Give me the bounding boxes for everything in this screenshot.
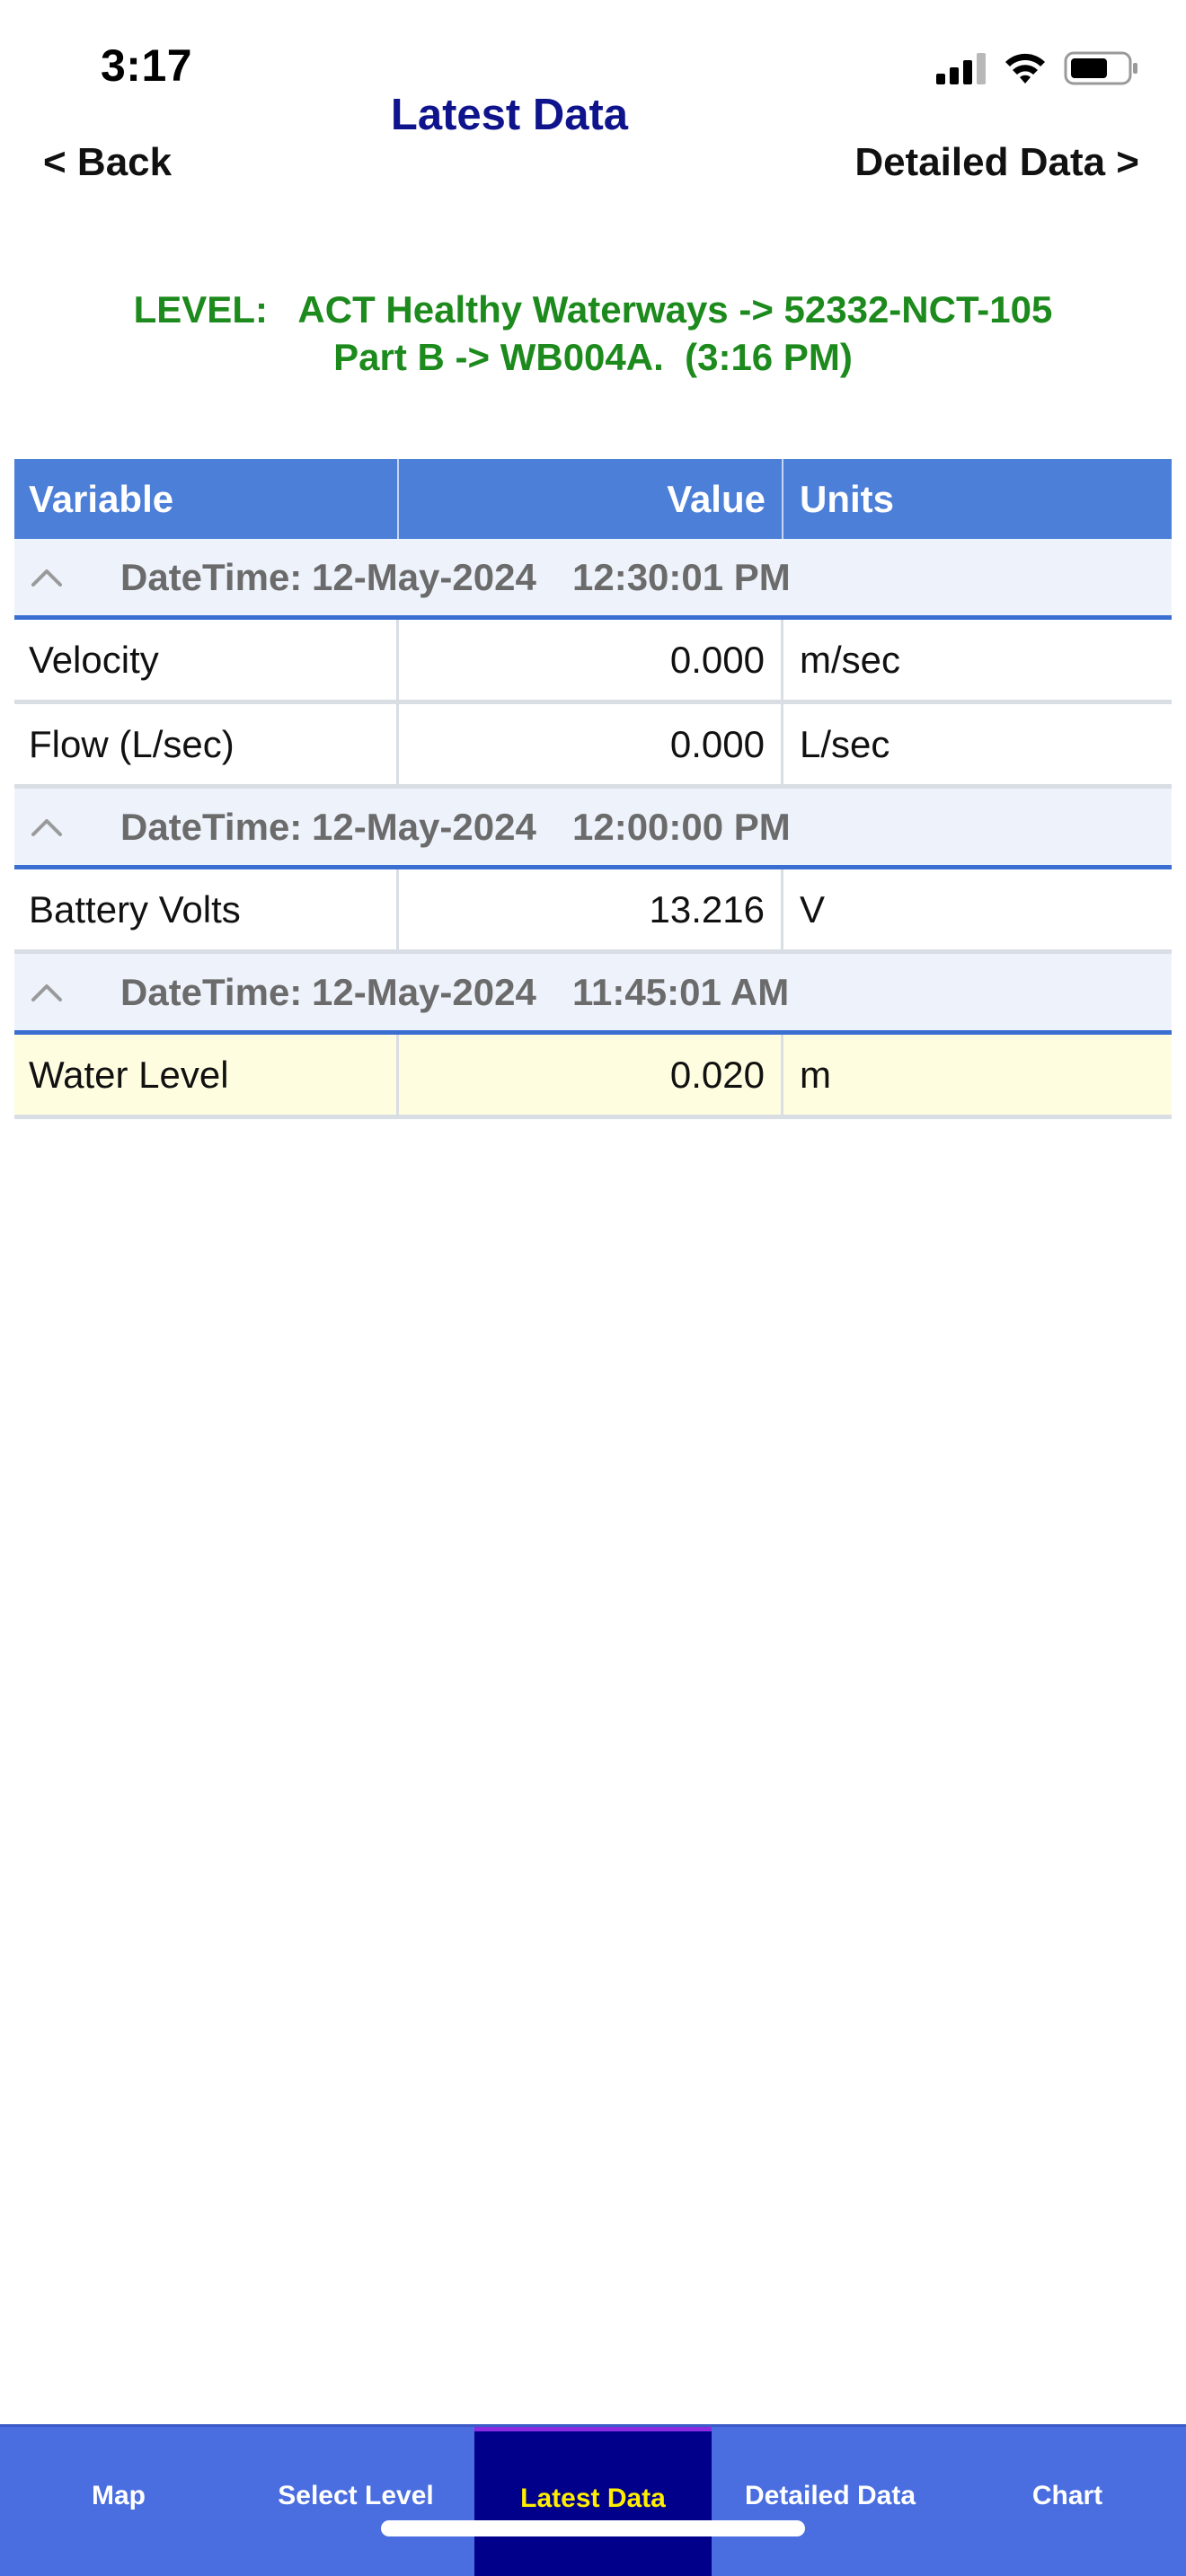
cellular-signal-icon bbox=[936, 52, 987, 84]
datetime-label: DateTime: bbox=[120, 555, 303, 598]
datetime-date: 12-May-2024 bbox=[312, 555, 536, 598]
tab-select-level[interactable]: Select Level bbox=[237, 2427, 474, 2576]
table-row[interactable]: Velocity 0.000 m/sec bbox=[14, 620, 1172, 704]
tab-chart[interactable]: Chart bbox=[949, 2427, 1186, 2576]
variable-cell: Flow (L/sec) bbox=[14, 704, 399, 784]
datetime-date: 12-May-2024 bbox=[312, 805, 536, 848]
status-icons bbox=[936, 50, 1139, 86]
table-header: Variable Value Units bbox=[14, 459, 1172, 539]
units-cell: L/sec bbox=[800, 722, 890, 765]
table-row[interactable]: Battery Volts 13.216 V bbox=[14, 869, 1172, 954]
chevron-up-icon[interactable] bbox=[31, 817, 79, 837]
datetime-date: 12-May-2024 bbox=[312, 970, 536, 1013]
value-cell: 0.000 bbox=[399, 704, 783, 784]
page-title: Latest Data bbox=[390, 91, 629, 139]
datetime-group-header[interactable]: DateTime: 12-May-2024 11:45:01 AM bbox=[14, 954, 1172, 1035]
bottom-tab-bar: Map Select Level Latest Data Detailed Da… bbox=[0, 2424, 1186, 2576]
battery-icon bbox=[1064, 50, 1139, 86]
level-heading: LEVEL: ACT Healthy Waterways -> 52332-NC… bbox=[0, 286, 1186, 381]
value-cell: 0.020 bbox=[399, 1035, 783, 1115]
column-header-units: Units bbox=[800, 477, 894, 520]
value-cell: 13.216 bbox=[399, 869, 783, 949]
back-button[interactable]: < Back bbox=[43, 140, 172, 185]
chevron-up-icon[interactable] bbox=[31, 568, 79, 587]
column-header-variable: Variable bbox=[14, 459, 399, 539]
wifi-icon bbox=[1003, 51, 1048, 85]
units-cell: m bbox=[800, 1053, 831, 1096]
datetime-time: 11:45:01 AM bbox=[572, 970, 790, 1013]
units-cell: V bbox=[800, 887, 826, 931]
status-time: 3:17 bbox=[101, 40, 193, 91]
units-cell: m/sec bbox=[800, 638, 901, 681]
datetime-group-header[interactable]: DateTime: 12-May-2024 12:00:00 PM bbox=[14, 789, 1172, 869]
level-line-1: LEVEL: ACT Healthy Waterways -> 52332-NC… bbox=[133, 288, 1053, 331]
table-row-highlighted[interactable]: Water Level 0.020 m bbox=[14, 1035, 1172, 1119]
value-cell: 0.000 bbox=[399, 620, 783, 700]
tab-map[interactable]: Map bbox=[0, 2427, 237, 2576]
table-row[interactable]: Flow (L/sec) 0.000 L/sec bbox=[14, 704, 1172, 789]
variable-cell: Battery Volts bbox=[14, 869, 399, 949]
variable-cell: Water Level bbox=[14, 1035, 399, 1115]
tab-latest-data[interactable]: Latest Data bbox=[474, 2427, 712, 2576]
tab-detailed-data[interactable]: Detailed Data bbox=[712, 2427, 949, 2576]
chevron-up-icon[interactable] bbox=[31, 983, 79, 1002]
detailed-data-button[interactable]: Detailed Data > bbox=[854, 140, 1139, 185]
latest-data-table: Variable Value Units DateTime: 12-May-20… bbox=[14, 459, 1172, 1119]
datetime-label: DateTime: bbox=[120, 805, 303, 848]
level-line-2: Part B -> WB004A. (3:16 PM) bbox=[333, 336, 853, 378]
column-header-value: Value bbox=[399, 459, 783, 539]
datetime-time: 12:30:01 PM bbox=[572, 555, 791, 598]
variable-cell: Velocity bbox=[14, 620, 399, 700]
datetime-group-header[interactable]: DateTime: 12-May-2024 12:30:01 PM bbox=[14, 539, 1172, 620]
datetime-label: DateTime: bbox=[120, 970, 303, 1013]
home-indicator[interactable] bbox=[381, 2520, 805, 2536]
datetime-time: 12:00:00 PM bbox=[572, 805, 791, 848]
